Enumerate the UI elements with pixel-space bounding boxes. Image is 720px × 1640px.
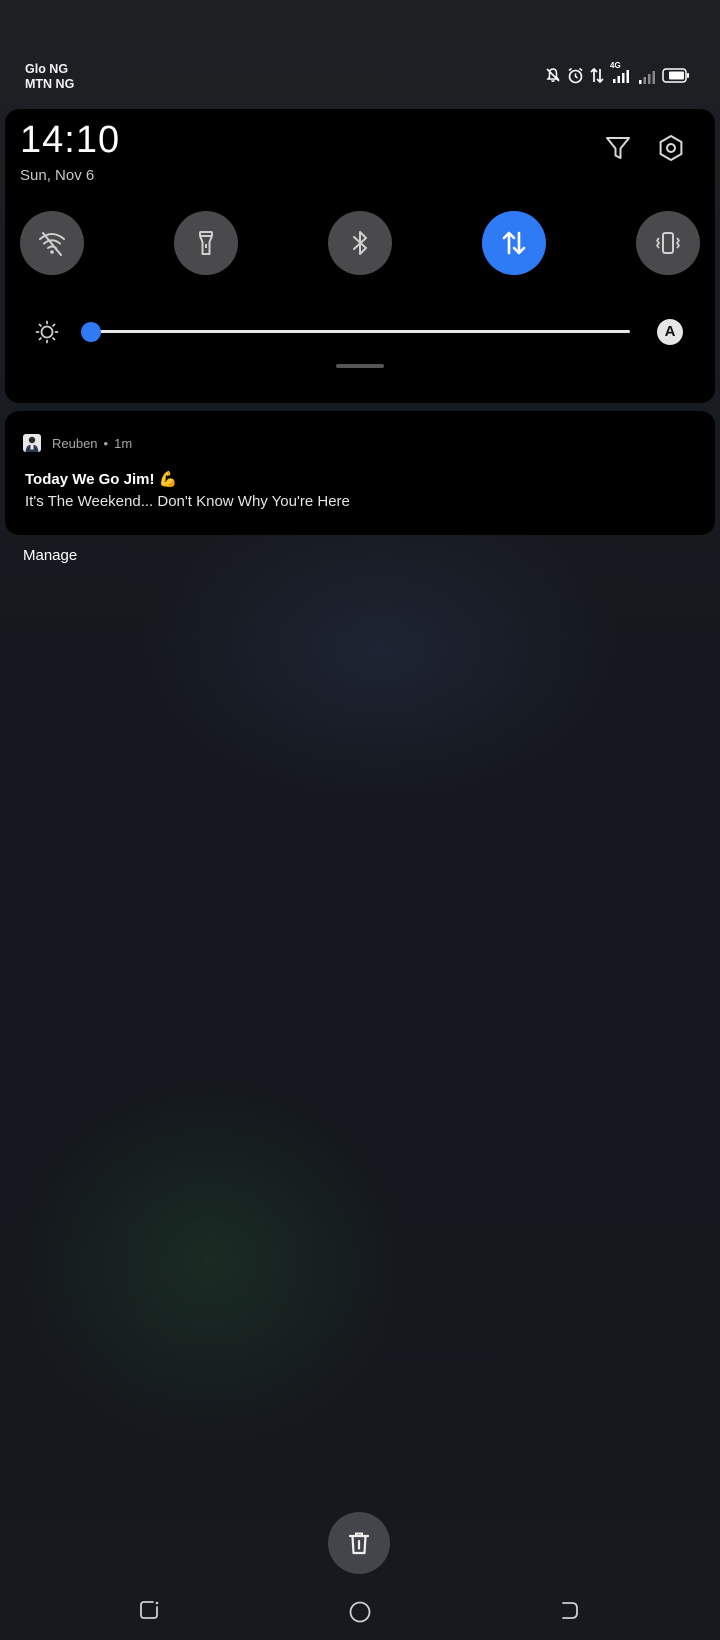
status-bar: Glo NG MTN NG 4G (25, 61, 690, 94)
data-transfer-icon (590, 67, 604, 83)
notification-card[interactable]: Reuben • 1m Today We Go Jim! 💪 It's The We… (5, 411, 715, 535)
settings-icon (659, 135, 683, 161)
brightness-icon (35, 320, 59, 344)
notification-app-name: Reuben (52, 436, 98, 451)
flashlight-toggle[interactable] (174, 211, 238, 275)
signal-icon (639, 70, 655, 84)
quick-settings-panel: 14:10 Sun, Nov 6 A (5, 109, 715, 403)
brightness-slider-track[interactable] (90, 330, 630, 333)
home-button[interactable] (348, 1600, 372, 1629)
notification-title: Today We Go Jim! 💪 (25, 471, 178, 488)
carrier-2: MTN NG (25, 77, 75, 91)
mute-icon (546, 68, 560, 82)
manage-button[interactable]: Manage (23, 547, 77, 564)
separator: • (103, 436, 109, 451)
app-icon (23, 434, 41, 452)
recents-button[interactable] (138, 1599, 160, 1626)
bluetooth-icon (353, 231, 367, 255)
home-icon (349, 1601, 371, 1623)
wifi-toggle[interactable] (20, 211, 84, 275)
clear-all-button[interactable] (328, 1512, 390, 1574)
alarm-icon (568, 67, 583, 83)
notification-text: It's The Weekend... Don't Know Why You'r… (25, 493, 350, 510)
vibrate-toggle[interactable] (636, 211, 700, 275)
auto-brightness-button[interactable]: A (657, 319, 683, 345)
panel-drag-handle[interactable] (336, 364, 384, 368)
edit-filter-button[interactable] (603, 133, 633, 163)
mobile-data-icon (502, 231, 526, 255)
wifi-off-icon (39, 232, 65, 256)
settings-button[interactable] (656, 133, 686, 163)
brightness-slider-thumb[interactable] (81, 322, 101, 342)
clock[interactable]: 14:10 (20, 119, 120, 162)
brightness-control: A (35, 317, 695, 347)
notification-time: 1m (114, 436, 133, 451)
carrier-1: Glo NG (25, 62, 69, 76)
back-icon (562, 1602, 578, 1619)
status-icons: 4G (545, 61, 690, 84)
edit-filter-icon (606, 137, 630, 159)
signal-4g-icon: 4G (610, 61, 632, 84)
date[interactable]: Sun, Nov 6 (20, 167, 94, 184)
clear-all-icon (348, 1532, 370, 1555)
carrier-names: Glo NG MTN NG (25, 62, 74, 92)
bluetooth-toggle[interactable] (328, 211, 392, 275)
battery-icon (662, 67, 689, 83)
mobile-data-toggle[interactable] (482, 211, 546, 275)
back-button[interactable] (558, 1599, 580, 1626)
notification-meta: Reuben • 1m (52, 436, 132, 451)
flashlight-icon (199, 231, 213, 255)
recents-icon (140, 1601, 159, 1619)
vibrate-icon (656, 232, 680, 254)
